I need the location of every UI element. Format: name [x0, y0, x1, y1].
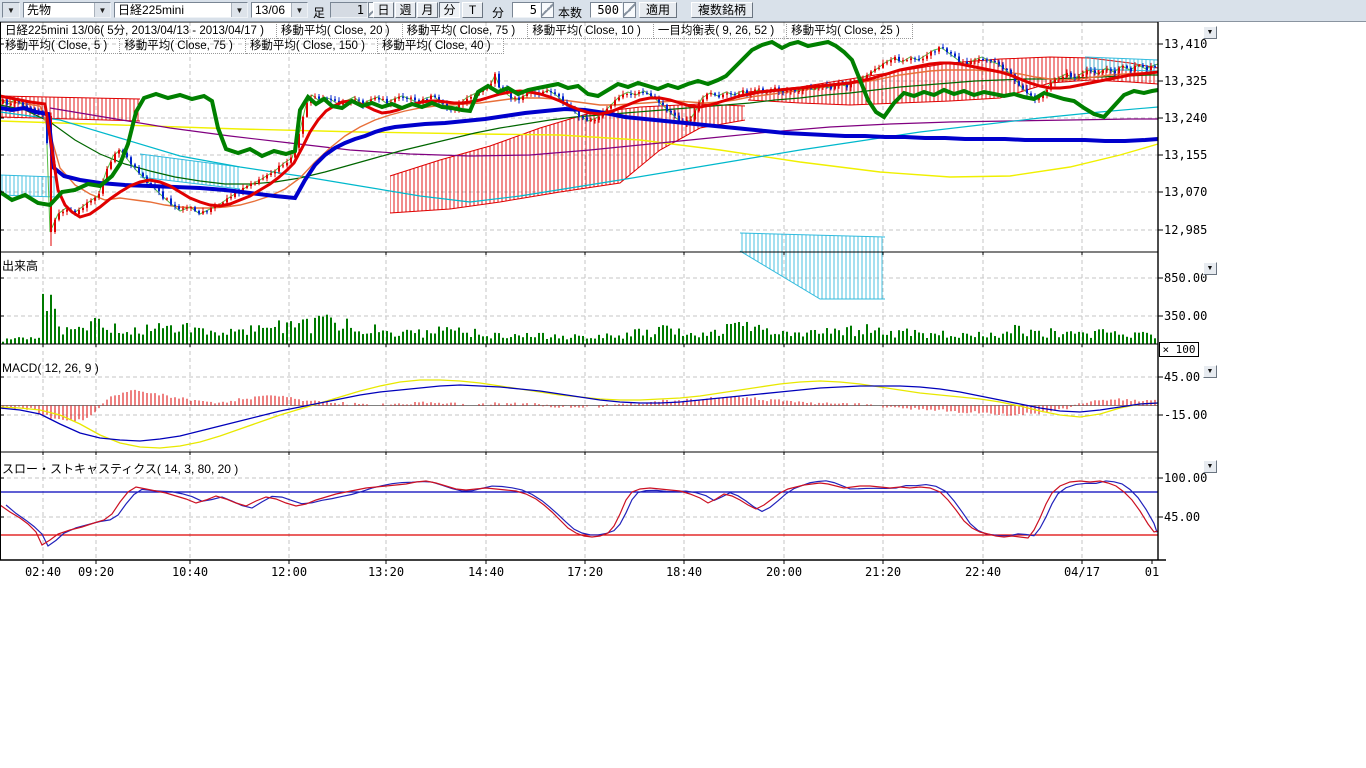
volume-axis-label: 350.00	[1164, 309, 1207, 323]
stoch-axis-label: 100.00	[1164, 471, 1207, 485]
time-axis-label: 20:00	[766, 565, 802, 579]
time-axis-label: 14:40	[468, 565, 504, 579]
spinner-icon[interactable]	[623, 2, 636, 18]
toolbar: ▼ 先物 ▼ 日経225mini ▼ 13/06 ▼ 足 1 日週月分T 分 5…	[0, 0, 1366, 22]
volume-multiplier-badge: × 100	[1159, 342, 1199, 357]
spinner-icon[interactable]	[541, 2, 554, 18]
time-axis-label: 12:00	[271, 565, 307, 579]
stoch-axis-label: 45.00	[1164, 510, 1200, 524]
minute-label: 分	[492, 4, 504, 21]
time-axis-label: 21:20	[865, 565, 901, 579]
price-axis-label: 13,155	[1164, 148, 1207, 162]
bar-interval-value[interactable]: 1	[330, 2, 368, 18]
mini-dropdown[interactable]: ▼	[2, 2, 20, 18]
macd-axis-label: 45.00	[1164, 370, 1200, 384]
chevron-down-icon: ▼	[291, 3, 307, 17]
price-axis-label: 13,070	[1164, 185, 1207, 199]
time-axis-label: 04/17	[1064, 565, 1100, 579]
minute-value[interactable]: 5	[512, 2, 541, 18]
contract-month-select[interactable]: 13/06 ▼	[251, 2, 308, 18]
contract-month-value: 13/06	[252, 3, 291, 17]
bar-count-stepper[interactable]: 500	[590, 2, 636, 18]
macd-panel-label: MACD( 12, 26, 9 )	[2, 361, 99, 375]
time-axis-label: 22:40	[965, 565, 1001, 579]
stoch-panel-menu-button[interactable]: ▼	[1203, 460, 1217, 473]
chevron-down-icon: ▼	[3, 3, 19, 17]
period-button-日[interactable]: 日	[373, 2, 394, 18]
volume-axis-label: 850.00	[1164, 271, 1207, 285]
period-button-分[interactable]: 分	[439, 2, 460, 18]
chart-application-window: ▼ 先物 ▼ 日経225mini ▼ 13/06 ▼ 足 1 日週月分T 分 5…	[0, 0, 1366, 768]
multi-symbol-button[interactable]: 複数銘柄	[691, 2, 753, 18]
apply-button[interactable]: 適用	[639, 2, 677, 18]
time-axis-label: 01	[1145, 565, 1159, 579]
chevron-down-icon: ▼	[231, 3, 247, 17]
volume-panel-menu-button[interactable]: ▼	[1203, 262, 1217, 275]
market-select[interactable]: 先物 ▼	[23, 2, 111, 18]
time-axis-label: 18:40	[666, 565, 702, 579]
period-button-月[interactable]: 月	[417, 2, 438, 18]
time-axis-label: 17:20	[567, 565, 603, 579]
price-axis-label: 13,410	[1164, 37, 1207, 51]
symbol-select-value: 日経225mini	[115, 3, 231, 17]
time-axis-label: 10:40	[172, 565, 208, 579]
macd-panel-menu-button[interactable]: ▼	[1203, 365, 1217, 378]
time-axis-label: 02:40	[25, 565, 61, 579]
chart-plot-area[interactable]	[0, 22, 1158, 560]
time-axis-label: 13:20	[368, 565, 404, 579]
minute-stepper[interactable]: 5	[512, 2, 554, 18]
bar-count-value[interactable]: 500	[590, 2, 623, 18]
price-axis-label: 13,240	[1164, 111, 1207, 125]
period-button-T[interactable]: T	[462, 2, 483, 18]
price-axis-label: 12,985	[1164, 223, 1207, 237]
price-axis-label: 13,325	[1164, 74, 1207, 88]
bar-count-label: 本数	[558, 4, 582, 21]
time-axis-label: 09:20	[78, 565, 114, 579]
market-select-value: 先物	[24, 3, 94, 17]
price-panel-menu-button[interactable]: ▼	[1203, 26, 1217, 39]
chevron-down-icon: ▼	[94, 3, 110, 17]
bar-type-label: 足	[313, 4, 325, 21]
macd-axis-label: -15.00	[1164, 408, 1207, 422]
volume-panel-label: 出来高	[2, 257, 38, 274]
symbol-select[interactable]: 日経225mini ▼	[114, 2, 248, 18]
period-button-週[interactable]: 週	[395, 2, 416, 18]
stochastics-panel-label: スロー・ストキャスティクス( 14, 3, 80, 20 )	[2, 460, 238, 477]
